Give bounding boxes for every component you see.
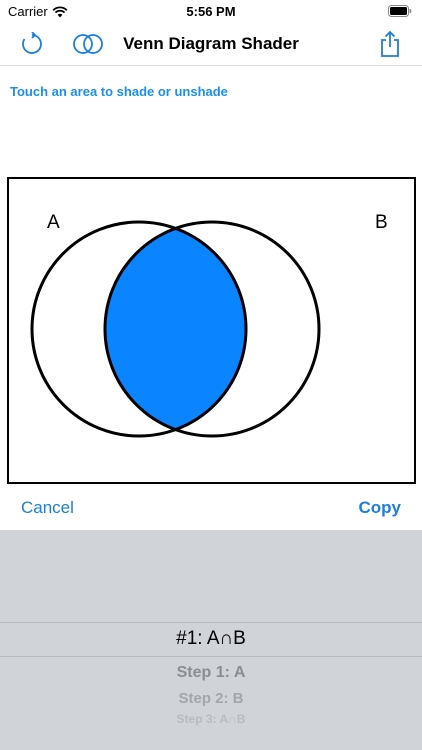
picker-toolbar: Cancel Copy [0, 488, 422, 530]
venn-diagram: A B [30, 212, 388, 438]
label-a: A [47, 212, 60, 233]
picker-selected-row[interactable]: #1: A∩B [0, 628, 422, 650]
status-bar: Carrier 5:56 PM [0, 0, 422, 22]
status-time: 5:56 PM [186, 4, 236, 19]
label-b: B [375, 212, 388, 233]
battery-icon [388, 5, 412, 17]
picker-selection-top-line [0, 622, 422, 623]
venn-diagram-canvas: A B [7, 177, 416, 484]
share-icon [381, 30, 399, 57]
picker-option[interactable]: Step 3: A∩B [0, 712, 422, 726]
picker-option[interactable]: Step 2: B [0, 690, 422, 707]
instruction-text: Touch an area to shade or unshade [10, 84, 228, 99]
step-picker[interactable]: #1: A∩B Step 1: A Step 2: B Step 3: A∩B [0, 530, 422, 750]
navigation-bar: Venn Diagram Shader [0, 22, 422, 66]
copy-button[interactable]: Copy [359, 498, 402, 518]
picker-option[interactable]: Step 1: A [0, 664, 422, 682]
share-button[interactable] [374, 28, 406, 60]
cancel-button[interactable]: Cancel [21, 498, 74, 518]
page-title: Venn Diagram Shader [123, 34, 299, 53]
picker-selection-bottom-line [0, 656, 422, 657]
